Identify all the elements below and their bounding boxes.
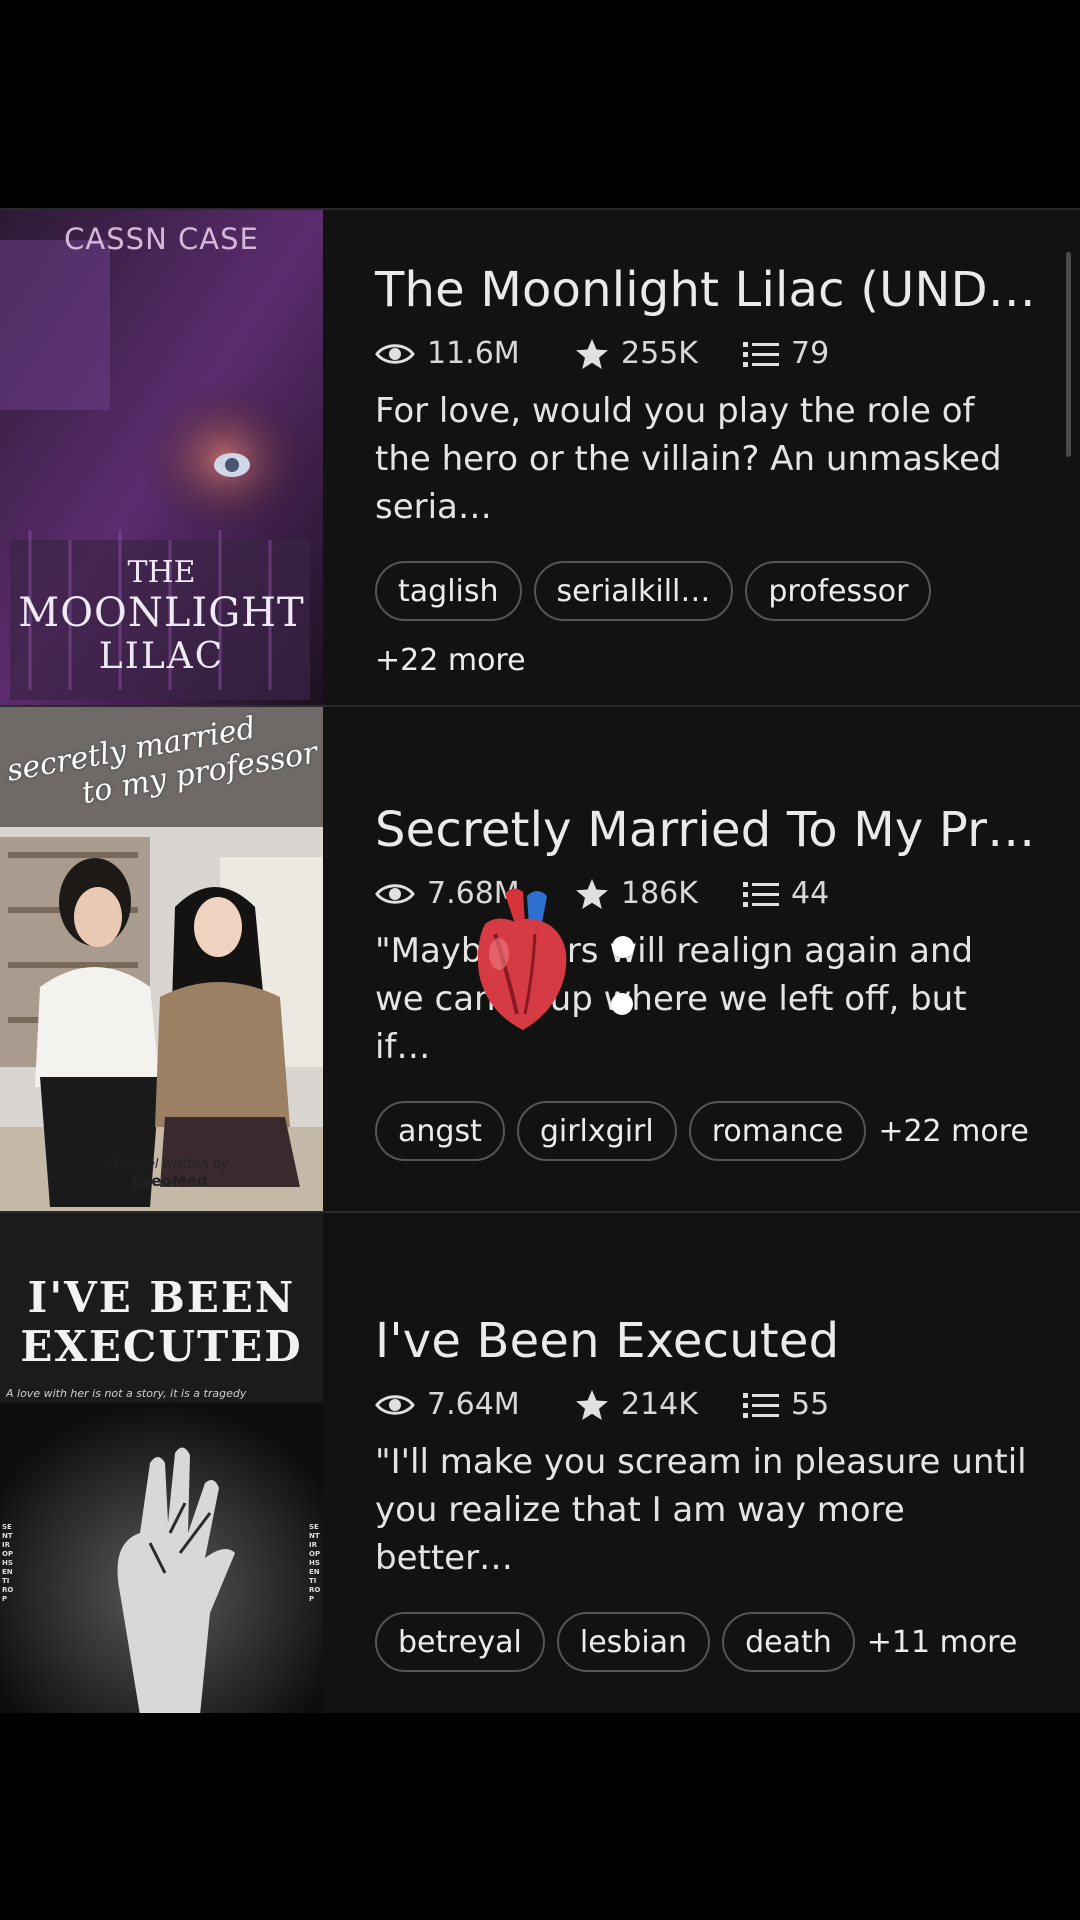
more-tags-link[interactable]: +22 more (878, 1114, 1029, 1149)
cover-title-block: THE MOONLIGHT LILAC (0, 555, 323, 677)
tag-list: taglish serialkill… professor +22 more (375, 561, 1035, 678)
votes-stat: 214K (575, 1387, 743, 1422)
bottom-black-bar (0, 1713, 1080, 1920)
parts-count: 79 (791, 336, 830, 371)
tag-list: angst girlxgirl romance +22 more (375, 1101, 1035, 1161)
tag-chip[interactable]: death (722, 1612, 855, 1672)
tag-chip[interactable]: girlxgirl (516, 1101, 677, 1161)
views-stat: 11.6M (375, 336, 575, 371)
views-stat: 7.64M (375, 1387, 575, 1422)
cover-side-text: SENTIROPHSENTIROP (2, 1523, 14, 1603)
list-icon (743, 341, 779, 367)
heart-icon (477, 888, 567, 1030)
story-card[interactable]: CASSN CASE THE MOONLIGHT LILAC The Moonl… (0, 210, 1080, 707)
cover-side-text: SENTIROPHSENTIROP (309, 1523, 321, 1603)
story-title[interactable]: Secretly Married To My Pr… (375, 802, 1050, 858)
story-stats: 11.6M 255K 79 (375, 336, 1050, 371)
tag-chip[interactable]: serialkill… (533, 561, 734, 621)
parts-stat: 79 (743, 336, 829, 371)
votes-stat: 186K (575, 876, 743, 911)
tag-chip[interactable]: professor (745, 561, 932, 621)
scrollbar[interactable] (1066, 252, 1071, 457)
cover-title-line: EXECUTED (20, 1322, 303, 1371)
tag-list: betreyal lesbian death +11 more (375, 1612, 1035, 1672)
parts-stat: 55 (743, 1387, 829, 1422)
views-count: 11.6M (427, 336, 520, 371)
cover-title-line: MOONLIGHT (18, 590, 305, 636)
story-card[interactable]: I'VE BEEN EXECUTED A love with her is no… (0, 1213, 1080, 1715)
votes-stat: 255K (575, 336, 743, 371)
votes-count: 186K (621, 876, 698, 911)
tag-chip[interactable]: angst (375, 1101, 505, 1161)
more-tags-link[interactable]: +22 more (375, 643, 1035, 678)
story-description: For love, would you play the role of the… (375, 391, 1002, 527)
story-title[interactable]: The Moonlight Lilac (UND… (375, 262, 1050, 318)
story-cover[interactable]: CASSN CASE THE MOONLIGHT LILAC (0, 210, 323, 705)
more-tags-link[interactable]: +11 more (867, 1625, 1018, 1660)
tag-chip[interactable]: betreyal (375, 1612, 545, 1672)
star-icon (576, 1389, 608, 1420)
eye-icon (375, 1394, 415, 1415)
eye-icon (375, 883, 415, 904)
cover-title-line: I'VE BEEN (27, 1273, 296, 1322)
list-icon (743, 1392, 779, 1418)
cover-author: CASSN CASE (64, 222, 259, 256)
votes-count: 255K (621, 336, 698, 371)
cover-title-line: LILAC (98, 636, 225, 677)
story-title[interactable]: I've Been Executed (375, 1313, 1050, 1369)
star-icon (576, 338, 608, 369)
cover-title-line: THE (127, 555, 196, 590)
cover-credit: A novel written by EyeoMed (110, 1157, 229, 1190)
tag-chip[interactable]: lesbian (556, 1612, 711, 1672)
story-cover[interactable]: secretly married to my professor A novel… (0, 707, 323, 1211)
cover-title-block: I'VE BEEN EXECUTED (0, 1273, 323, 1371)
cover-tagline: A love with her is not a story, it is a … (6, 1387, 247, 1400)
cover-credit-line: A novel written by (110, 1157, 229, 1172)
tag-chip[interactable]: taglish (375, 561, 522, 621)
story-stats: 7.64M 214K 55 (375, 1387, 1050, 1422)
parts-count: 55 (791, 1387, 830, 1422)
views-count: 7.64M (427, 1387, 520, 1422)
story-cover[interactable]: I'VE BEEN EXECUTED A love with her is no… (0, 1213, 323, 1715)
list-icon (743, 881, 779, 907)
touch-indicator (611, 993, 633, 1015)
star-icon (576, 878, 608, 909)
parts-count: 44 (791, 876, 830, 911)
story-description: "I'll make you scream in pleasure until … (375, 1442, 1027, 1578)
parts-stat: 44 (743, 876, 829, 911)
votes-count: 214K (621, 1387, 698, 1422)
top-black-bar (0, 0, 1080, 208)
tag-chip[interactable]: romance (688, 1101, 867, 1161)
eye-icon (375, 343, 415, 364)
touch-indicator (612, 936, 634, 958)
cover-credit-line: EyeoMed (131, 1172, 208, 1190)
